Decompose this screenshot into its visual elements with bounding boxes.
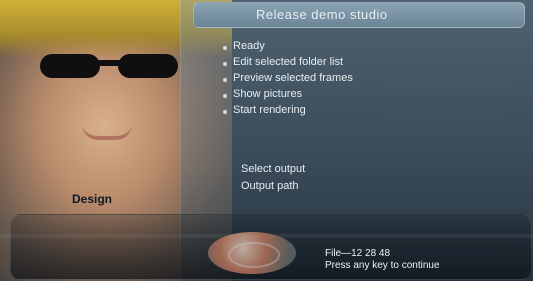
status-line-2: Press any key to continue bbox=[325, 260, 440, 271]
status-text: File—12 28 48 Press any key to continue bbox=[325, 248, 440, 272]
option-select-output[interactable]: Select output bbox=[241, 163, 471, 177]
option-ready[interactable]: Ready bbox=[223, 40, 483, 54]
photo-label: Design bbox=[72, 192, 113, 206]
option-edit-folder-list[interactable]: Edit selected folder list bbox=[223, 56, 483, 70]
sunglasses-lens-left bbox=[40, 54, 100, 78]
option-preview-frames[interactable]: Preview selected frames bbox=[223, 72, 483, 86]
bullet-icon bbox=[223, 62, 227, 66]
logo-icon bbox=[208, 232, 296, 274]
sunglasses-icon bbox=[40, 48, 190, 82]
sunglasses-lens-right bbox=[118, 54, 178, 78]
option-output-path[interactable]: Output path bbox=[241, 180, 471, 194]
bullet-icon bbox=[223, 110, 227, 114]
option-label: Show pictures bbox=[233, 88, 303, 100]
option-show-pictures[interactable]: Show pictures bbox=[223, 88, 483, 102]
mouth bbox=[82, 124, 132, 140]
option-label: Ready bbox=[233, 40, 265, 52]
option-label: Preview selected frames bbox=[233, 72, 353, 84]
option-label: Edit selected folder list bbox=[233, 56, 344, 68]
options-list: Ready Edit selected folder list Preview … bbox=[223, 38, 483, 120]
window-title: Release demo studio bbox=[256, 7, 388, 22]
output-list: Select output Output path bbox=[241, 160, 471, 197]
bullet-icon bbox=[223, 46, 227, 50]
bullet-icon bbox=[223, 78, 227, 82]
app-screen: Release demo studio Ready Edit selected … bbox=[0, 0, 533, 281]
bullet-icon bbox=[223, 94, 227, 98]
option-label: Start rendering bbox=[233, 104, 306, 116]
status-line-1: File—12 28 48 bbox=[325, 248, 391, 259]
option-start-rendering[interactable]: Start rendering bbox=[223, 104, 483, 118]
title-bar: Release demo studio bbox=[193, 2, 525, 28]
